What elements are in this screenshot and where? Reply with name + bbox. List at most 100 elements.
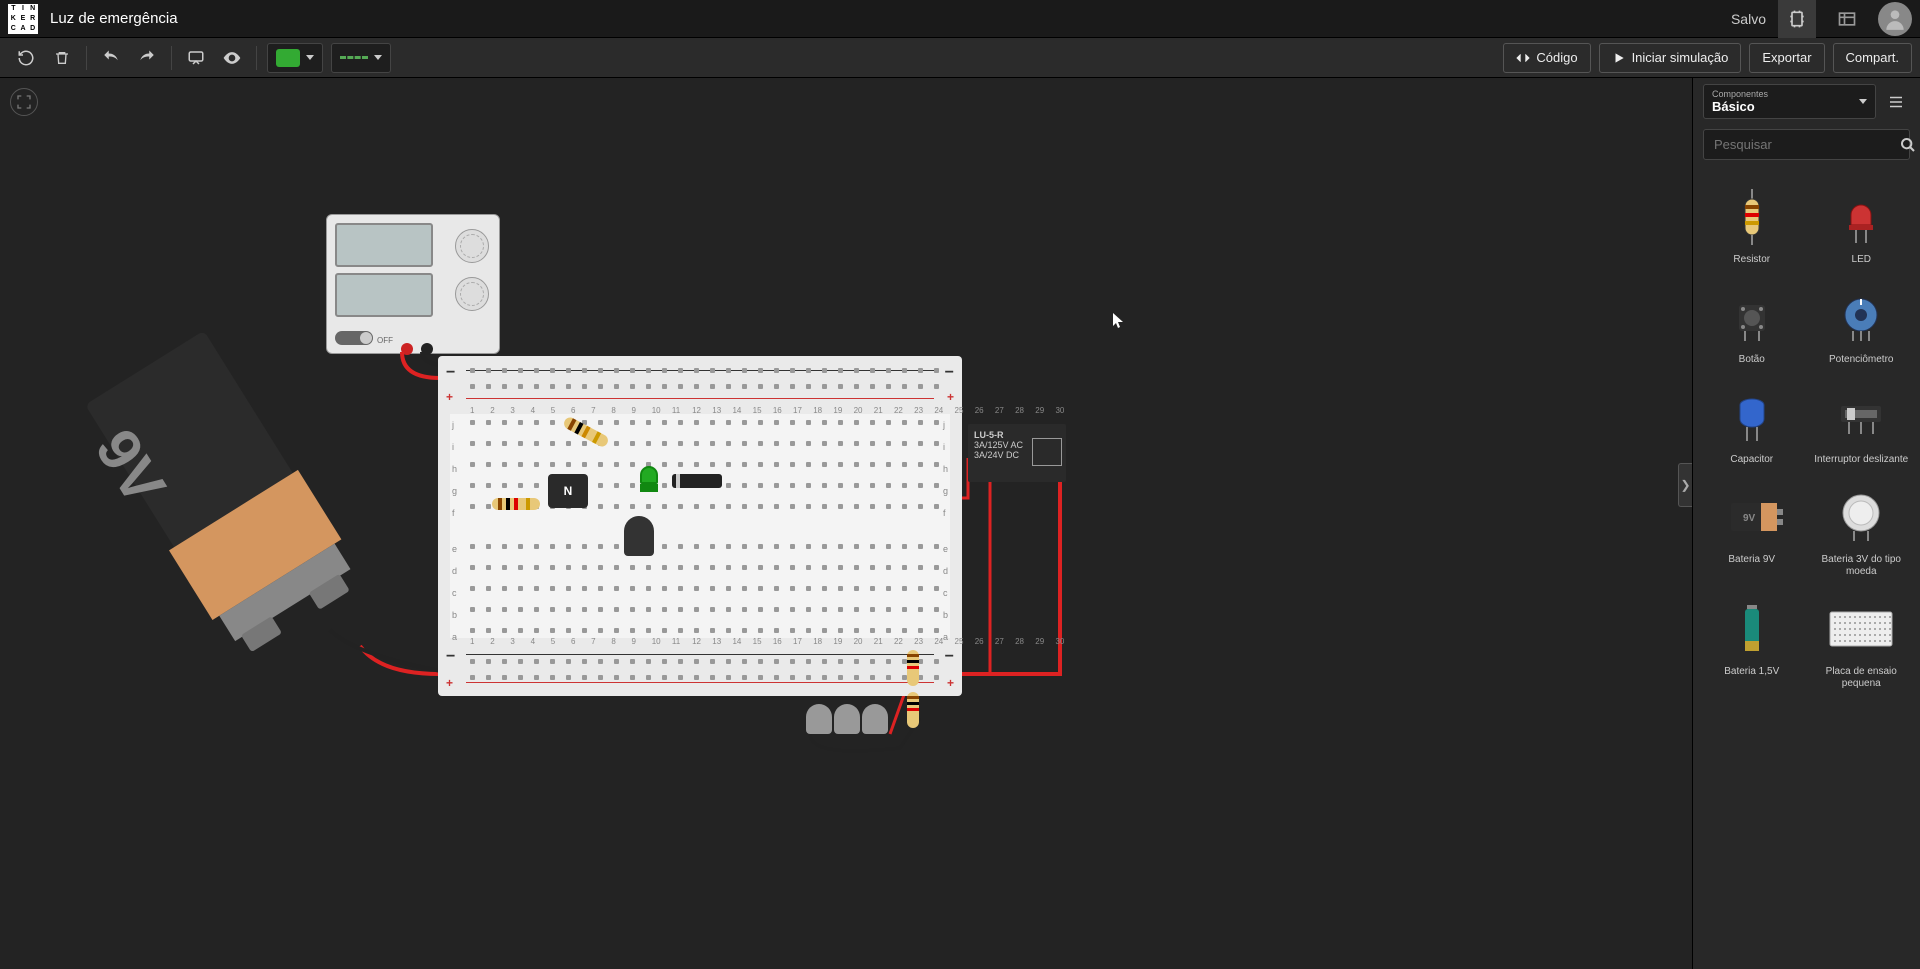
components-grid: Resistor LED Botão Potenciômetro CapacitorIn… [1693,168,1920,969]
component-label: Resistor [1733,254,1770,266]
visibility-button[interactable] [216,42,248,74]
rail-top-holes [470,368,943,393]
component-capacitor[interactable]: Capacitor [1697,376,1807,472]
component-color-dropdown[interactable] [267,43,323,73]
component-slideswitch[interactable]: Interruptor deslizante [1807,376,1917,472]
resistor-4[interactable] [907,692,919,728]
component-led[interactable]: LED [1807,176,1917,272]
component-label: Botão [1739,354,1765,366]
row-labels-top: jihgf [452,420,457,518]
svg-text:9V: 9V [1743,513,1756,524]
diode-1[interactable] [672,474,722,488]
resistor-2[interactable] [492,498,540,510]
list-view-toggle[interactable] [1882,88,1910,116]
row-labels-top-r: jihgf [943,420,948,518]
search-row [1703,129,1910,160]
component-label: Placa de ensaio pequena [1809,666,1915,690]
component-pot[interactable]: Potenciômetro [1807,276,1917,372]
chevron-down-icon [374,55,382,60]
rail-minus-label-b: − [446,648,455,666]
resistor-3[interactable] [907,650,919,686]
col-labels-top: 1234567891011121314151617181920212223242… [470,406,1064,415]
component-label: Bateria 9V [1728,554,1775,566]
component-label: Potenciômetro [1829,354,1893,366]
panel-collapse-handle[interactable]: ❯ [1678,463,1692,507]
title-bar: TIN KER CAD Luz de emergência Salvo [0,0,1920,38]
category-small-label: Componentes [1712,89,1859,99]
row-labels-bot-r: edcba [943,544,948,642]
undo-button[interactable] [95,42,127,74]
tinkercad-logo[interactable]: TIN KER CAD [8,4,38,34]
strip-top-holes [470,420,943,513]
export-button[interactable]: Exportar [1749,43,1824,73]
component-label: LED [1852,254,1871,266]
power-supply[interactable]: OFF [326,214,500,354]
transistor[interactable]: N [548,474,588,508]
psu-terminal-positive[interactable] [401,343,413,355]
button-icon [1717,282,1787,352]
rotate-button[interactable] [10,42,42,74]
resistor-icon [1717,182,1787,252]
chevron-down-icon [306,55,314,60]
delete-button[interactable] [46,42,78,74]
psu-off-label: OFF [377,336,393,345]
component-resistor[interactable]: Resistor [1697,176,1807,272]
breadboard[interactable]: − + − + − + − + jihgf jihgf edcba edcba … [438,356,962,696]
wire-style-dropdown[interactable] [331,43,391,73]
circuit-canvas[interactable]: OFF 9V [0,78,1692,969]
search-icon[interactable] [1900,130,1916,159]
coincell-icon [1826,482,1896,552]
project-title[interactable]: Luz de emergência [50,10,178,27]
col-labels-bot: 1234567891011121314151617181920212223242… [470,637,1064,646]
psu-terminal-negative[interactable] [421,343,433,355]
rail-plus-label-r: + [947,390,954,404]
psu-current-knob[interactable] [455,277,489,311]
relay[interactable]: LU-5-R 3A/125V AC 3A/24V DC [968,424,1066,482]
start-simulation-button[interactable]: Iniciar simulação [1599,43,1742,73]
export-label: Exportar [1762,50,1811,65]
rail-bot-holes [470,659,943,684]
component-bat9v[interactable]: 9V Bateria 9V [1697,476,1807,584]
led-array[interactable] [806,704,888,734]
component-button[interactable]: Botão [1697,276,1807,372]
psu-power-switch[interactable] [335,331,373,345]
breadboard-icon [1826,594,1896,664]
component-coincell[interactable]: Bateria 3V do tipo moeda [1807,476,1917,584]
code-button[interactable]: Código [1503,43,1590,73]
chevron-down-icon [1859,99,1867,104]
view-schematic-button[interactable] [1828,0,1866,38]
capacitor-1[interactable] [624,516,658,564]
rail-minus-label: − [446,364,455,382]
component-label: Bateria 3V do tipo moeda [1809,554,1915,578]
battery-9v[interactable]: 9V [43,309,408,702]
redo-button[interactable] [131,42,163,74]
annotate-button[interactable] [180,42,212,74]
rail-minus-label-r: − [945,364,954,382]
led-green[interactable] [640,466,660,492]
toolbar: Código Iniciar simulação Exportar Compar… [0,38,1920,78]
psu-voltage-knob[interactable] [455,229,489,263]
save-status: Salvo [1731,11,1766,27]
user-avatar[interactable] [1878,2,1912,36]
color-chip [276,49,300,67]
zoom-to-fit-button[interactable] [10,88,38,116]
components-panel: Componentes Básico Resistor LED Botão Poten… [1692,78,1920,969]
component-bat15v[interactable]: Bateria 1,5V [1697,588,1807,696]
slideswitch-icon [1826,382,1896,452]
component-category-dropdown[interactable]: Componentes Básico [1703,84,1876,119]
component-label: Bateria 1,5V [1724,666,1779,678]
capacitor-icon [1717,382,1787,452]
rail-plus-label: + [446,390,453,404]
psu-display-current [335,273,433,317]
bat15v-icon [1717,594,1787,664]
share-button[interactable]: Compart. [1833,43,1912,73]
wire-sample [340,56,368,59]
psu-display-voltage [335,223,433,267]
component-breadboard[interactable]: Placa de ensaio pequena [1807,588,1917,696]
view-circuit-button[interactable] [1778,0,1816,38]
category-label: Básico [1712,99,1859,114]
rail-plus-label-b: + [446,676,453,690]
cursor-icon [1113,313,1125,329]
led-icon [1826,182,1896,252]
component-search-input[interactable] [1704,130,1900,159]
